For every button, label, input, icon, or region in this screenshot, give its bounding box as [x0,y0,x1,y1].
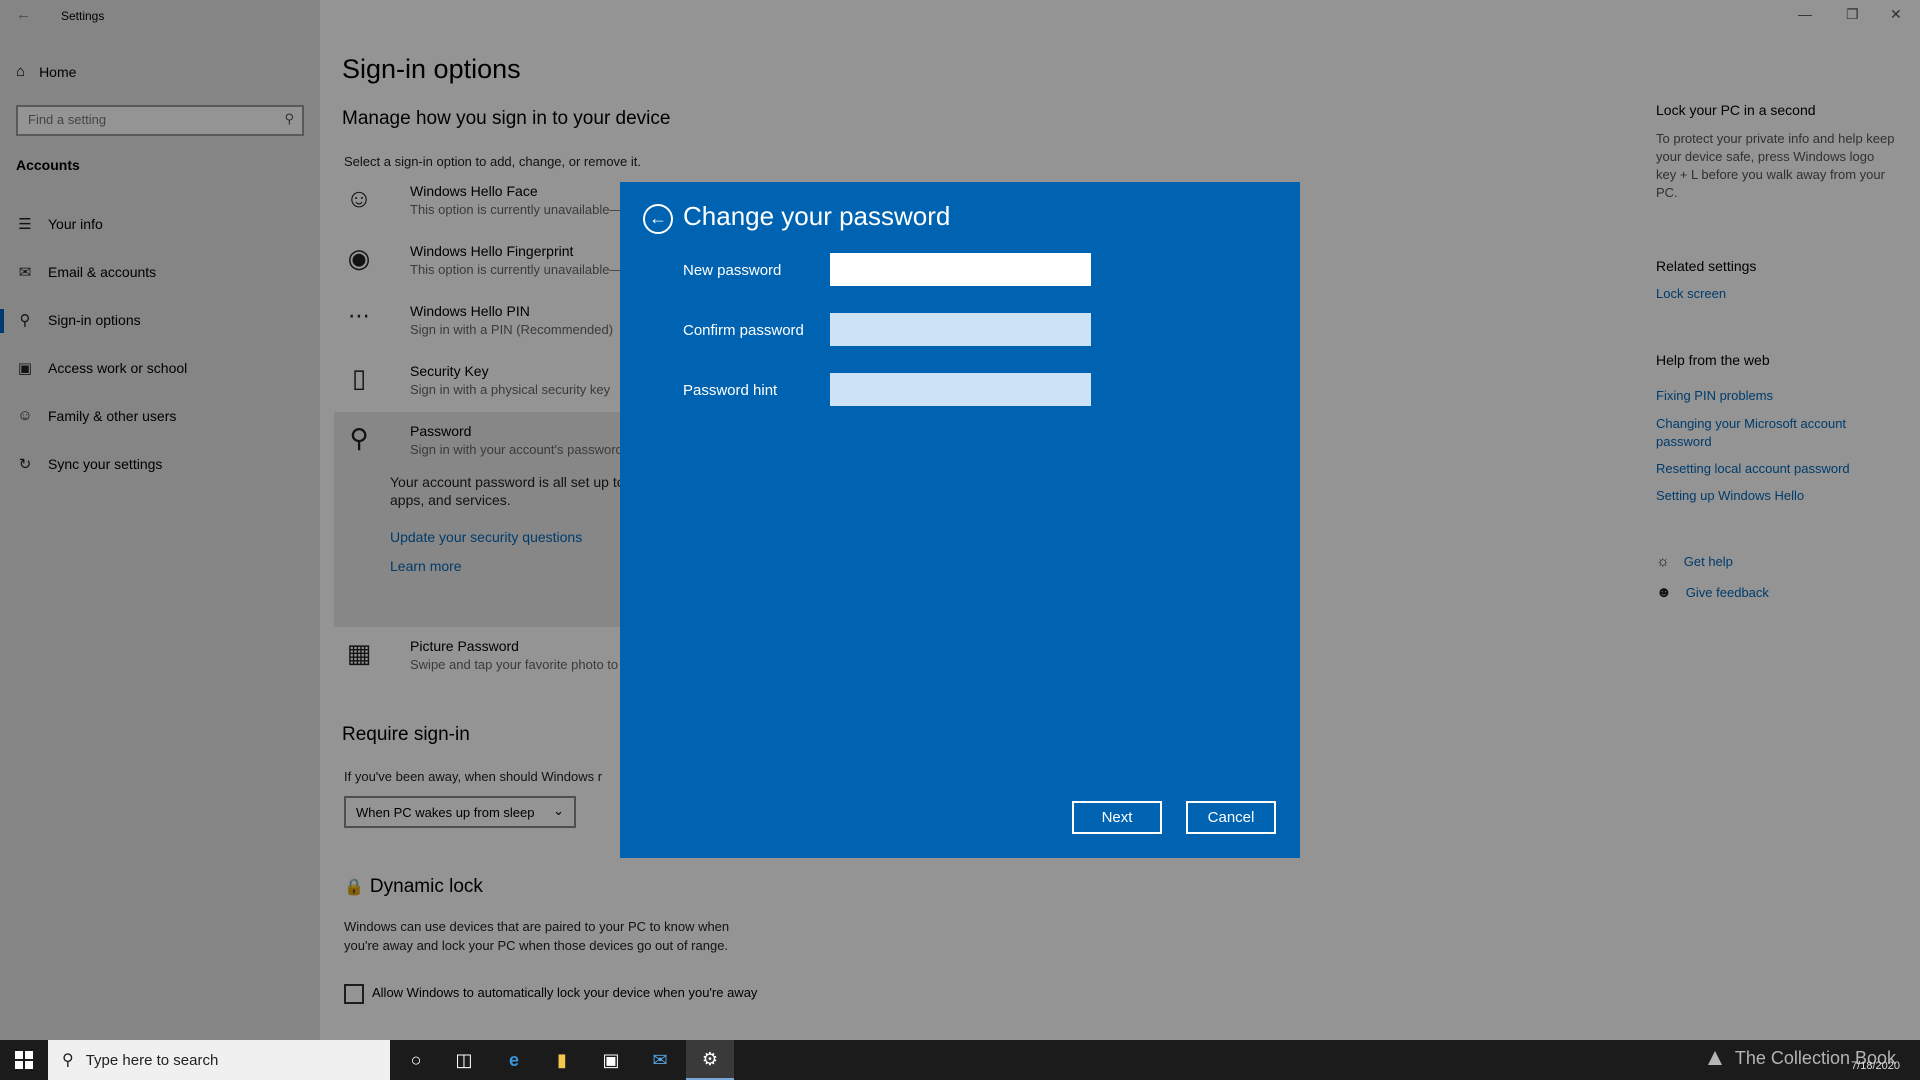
settings-app-icon[interactable]: ⚙ [686,1040,734,1080]
password-hint-input[interactable] [830,373,1091,406]
change-password-dialog: ← Change your password New password Conf… [620,182,1300,858]
file-explorer-icon[interactable]: ▮ [538,1040,586,1080]
cortana-icon[interactable]: ○ [392,1040,440,1080]
clock-date: 7/18/2020 [1851,1060,1900,1072]
dialog-back-icon[interactable]: ← [643,204,673,234]
password-hint-label: Password hint [683,382,778,399]
system-clock[interactable]: 7/18/2020 [1851,1060,1900,1072]
cancel-button[interactable]: Cancel [1186,801,1276,834]
start-button[interactable] [0,1040,48,1080]
new-password-label: New password [683,262,782,279]
book-logo-icon: ▲ [1703,1044,1727,1071]
search-icon: ⚲ [62,1052,74,1069]
confirm-password-input[interactable] [830,313,1091,346]
dialog-title: Change your password [683,201,951,231]
taskbar-search-placeholder: Type here to search [85,1051,219,1069]
task-view-icon[interactable]: ◫ [440,1040,488,1080]
windows-logo-icon [15,1051,33,1069]
taskbar-search-input[interactable]: ⚲ Type here to search [48,1040,390,1080]
confirm-password-label: Confirm password [683,322,804,339]
store-icon[interactable]: ▣ [587,1040,635,1080]
mail-app-icon[interactable]: ✉ [636,1040,684,1080]
taskbar: ⚲ Type here to search ○ ◫ e ▮ ▣ ✉ ⚙ ▲ Th… [0,1040,1920,1080]
edge-icon[interactable]: e [490,1040,538,1080]
next-button[interactable]: Next [1072,801,1162,834]
new-password-input[interactable] [830,253,1091,286]
